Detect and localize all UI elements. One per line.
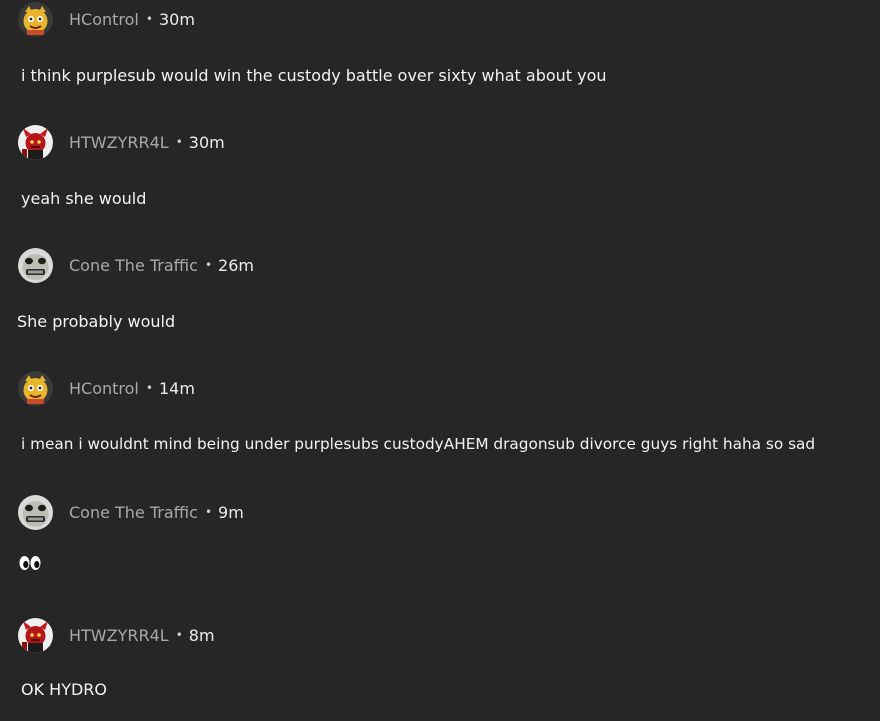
avatar-red-demon-icon[interactable]	[18, 125, 53, 160]
separator-dot: •	[204, 258, 213, 272]
comment-text: i mean i wouldnt mind being under purple…	[21, 435, 816, 453]
timestamp: 14m	[158, 379, 195, 398]
avatar-grey-face-icon[interactable]	[18, 495, 53, 530]
avatar-yellow-character-icon[interactable]	[18, 2, 53, 37]
comment-meta: Cone The Traffic • 9m	[69, 503, 244, 522]
comment-header: HTWZYRR4L • 8m	[0, 616, 880, 656]
comment-text: OK HYDRO	[21, 680, 108, 699]
comment-meta: HTWZYRR4L • 8m	[69, 626, 215, 645]
username-link[interactable]: HControl	[69, 10, 139, 29]
separator-dot: •	[145, 12, 153, 26]
avatar-yellow-character-icon[interactable]	[18, 371, 53, 406]
username-link[interactable]: Cone The Traffic	[69, 503, 198, 522]
avatar-red-demon-icon[interactable]	[18, 618, 53, 653]
comment-meta: HControl • 30m	[69, 10, 195, 29]
comment-meta: HControl • 14m	[69, 379, 195, 398]
comment-text: i think purplesub would win the custody …	[21, 66, 607, 85]
comment-header: HControl • 30m	[0, 0, 880, 40]
username-link[interactable]: HControl	[69, 379, 139, 398]
separator-dot: •	[145, 381, 153, 395]
timestamp: 26m	[218, 256, 254, 275]
username-link[interactable]: Cone The Traffic	[69, 256, 198, 275]
separator-dot: •	[175, 628, 183, 642]
comment-header: HTWZYRR4L • 30m	[0, 123, 880, 163]
eyes-emoji-icon	[19, 555, 41, 571]
timestamp: 30m	[188, 133, 225, 152]
separator-dot: •	[175, 135, 183, 149]
username-link[interactable]: HTWZYRR4L	[69, 133, 169, 152]
timestamp: 30m	[158, 10, 195, 29]
comment-header: Cone The Traffic • 9m	[0, 493, 880, 533]
comment-feed: HControl • 30m i think purplesub would win…	[0, 0, 880, 721]
comment-text: She probably would	[17, 312, 176, 331]
comment-header: Cone The Traffic • 26m	[0, 246, 880, 286]
timestamp: 8m	[188, 626, 215, 645]
comment-text: yeah she would	[21, 189, 147, 208]
separator-dot: •	[204, 505, 213, 519]
comment-meta: Cone The Traffic • 26m	[69, 256, 254, 275]
avatar-grey-face-icon[interactable]	[18, 248, 53, 283]
comment-meta: HTWZYRR4L • 30m	[69, 133, 225, 152]
comment-header: HControl • 14m	[0, 369, 880, 409]
timestamp: 9m	[218, 503, 244, 522]
username-link[interactable]: HTWZYRR4L	[69, 626, 169, 645]
